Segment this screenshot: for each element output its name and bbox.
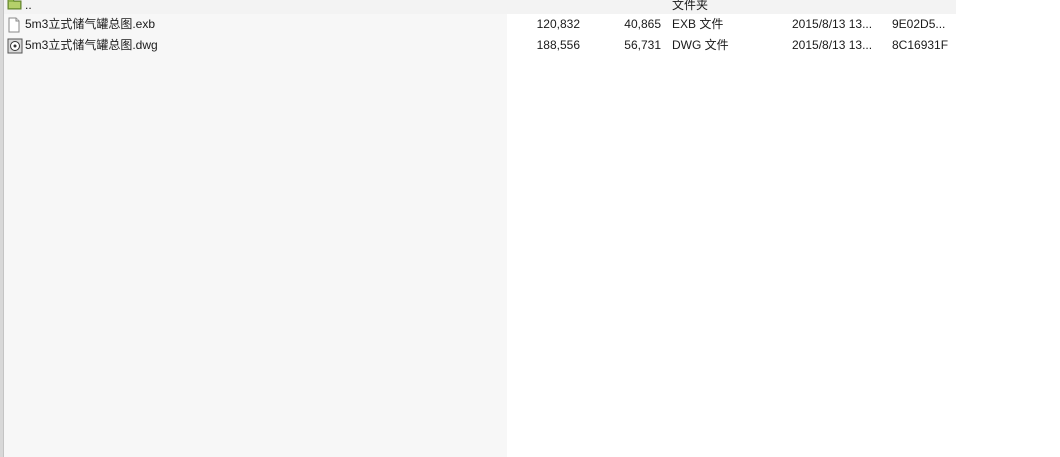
file-crc: 9E02D5...	[892, 17, 946, 31]
name-column-shading	[4, 14, 507, 457]
file-name: 5m3立式储气罐总图.dwg	[25, 38, 158, 52]
file-modified: 2015/8/13 13...	[792, 38, 873, 52]
file-packed-size: 56,731	[624, 38, 661, 52]
parent-folder-name: ..	[25, 0, 32, 12]
file-row[interactable]: 5m3立式储气罐总图.dwg 188,556 56,731 DWG 文件 201…	[0, 35, 1060, 56]
parent-folder-row[interactable]: .. 文件夹	[0, 0, 1060, 14]
folder-up-icon	[7, 0, 23, 14]
file-list: .. 文件夹 5m3立式储气罐总图.exb 120,832 40,865 EXB…	[0, 0, 1060, 56]
file-crc: 8C16931F	[892, 38, 949, 52]
archive-file-list-pane: .. 文件夹 5m3立式储气罐总图.exb 120,832 40,865 EXB…	[0, 0, 1060, 457]
file-type: DWG 文件	[672, 38, 729, 52]
file-modified: 2015/8/13 13...	[792, 17, 873, 31]
file-size: 188,556	[536, 38, 580, 52]
document-icon	[7, 14, 23, 35]
file-type: EXB 文件	[672, 17, 724, 31]
file-row[interactable]: 5m3立式储气罐总图.exb 120,832 40,865 EXB 文件 201…	[0, 14, 1060, 35]
file-packed-size: 40,865	[624, 17, 661, 31]
file-name: 5m3立式储气罐总图.exb	[25, 17, 156, 31]
parent-folder-type: 文件夹	[672, 0, 709, 12]
file-size: 120,832	[536, 17, 580, 31]
dwg-file-icon	[7, 35, 23, 56]
